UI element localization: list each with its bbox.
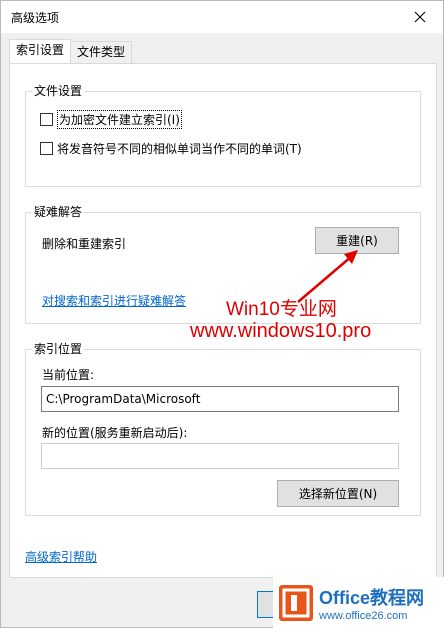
tab-panel: 文件设置 为加密文件建立索引(I) 将发音符号不同的相似单词当作不同的单词(T)… [9, 63, 437, 578]
title-bar: 高级选项 [1, 1, 443, 33]
office-logo-text: Office教程网 www.office26.com [319, 584, 424, 622]
new-location-field[interactable] [41, 443, 399, 469]
advanced-options-dialog: 高级选项 索引设置 文件类型 文件设置 为加密文件建立索引(I) 将发音符号不同… [0, 0, 444, 628]
current-location-label: 当前位置: [42, 368, 95, 382]
office-logo-sub: www.office26.com [319, 610, 408, 622]
index-location-title: 索引位置 [32, 342, 85, 356]
diacritics-checkbox-row[interactable]: 将发音符号不同的相似单词当作不同的单词(T) [40, 140, 302, 157]
watermark-line2: www.windows10.pro [190, 320, 372, 342]
diacritics-label: 将发音符号不同的相似单词当作不同的单词(T) [57, 142, 302, 156]
troubleshoot-link[interactable]: 对搜索和索引进行疑难解答 [42, 292, 186, 309]
encrypt-checkbox[interactable] [40, 113, 53, 126]
office-logo-icon [279, 585, 313, 621]
encrypt-label: 为加密文件建立索引(I) [57, 110, 182, 129]
troubleshoot-title: 疑难解答 [32, 205, 85, 219]
tab-strip: 索引设置 文件类型 [9, 39, 133, 63]
tab-file-types[interactable]: 文件类型 [70, 41, 133, 63]
watermark-line1: Win10专业网 [226, 299, 337, 320]
office-logo-main: Office教程网 [319, 588, 425, 608]
select-new-location-button[interactable]: 选择新位置(N) [277, 480, 399, 507]
file-settings-group: 文件设置 为加密文件建立索引(I) 将发音符号不同的相似单词当作不同的单词(T) [25, 84, 421, 187]
current-location-field[interactable]: C:\ProgramData\Microsoft [41, 386, 399, 412]
index-location-group: 索引位置 当前位置: C:\ProgramData\Microsoft 新的位置… [25, 342, 421, 516]
encrypt-checkbox-row[interactable]: 为加密文件建立索引(I) [40, 110, 182, 129]
tab-index-settings[interactable]: 索引设置 [9, 39, 72, 63]
rebuild-text: 删除和重建索引 [42, 237, 127, 251]
office-logo-watermark: Office教程网 www.office26.com [273, 577, 444, 628]
file-settings-title: 文件设置 [32, 84, 85, 98]
new-location-label: 新的位置(服务重新启动后): [42, 426, 188, 440]
advanced-index-help-link[interactable]: 高级索引帮助 [25, 548, 97, 565]
window-title: 高级选项 [11, 11, 60, 25]
office-glyph-icon [282, 588, 310, 618]
close-icon [414, 11, 426, 22]
close-button[interactable] [397, 1, 443, 32]
diacritics-checkbox[interactable] [40, 142, 53, 155]
